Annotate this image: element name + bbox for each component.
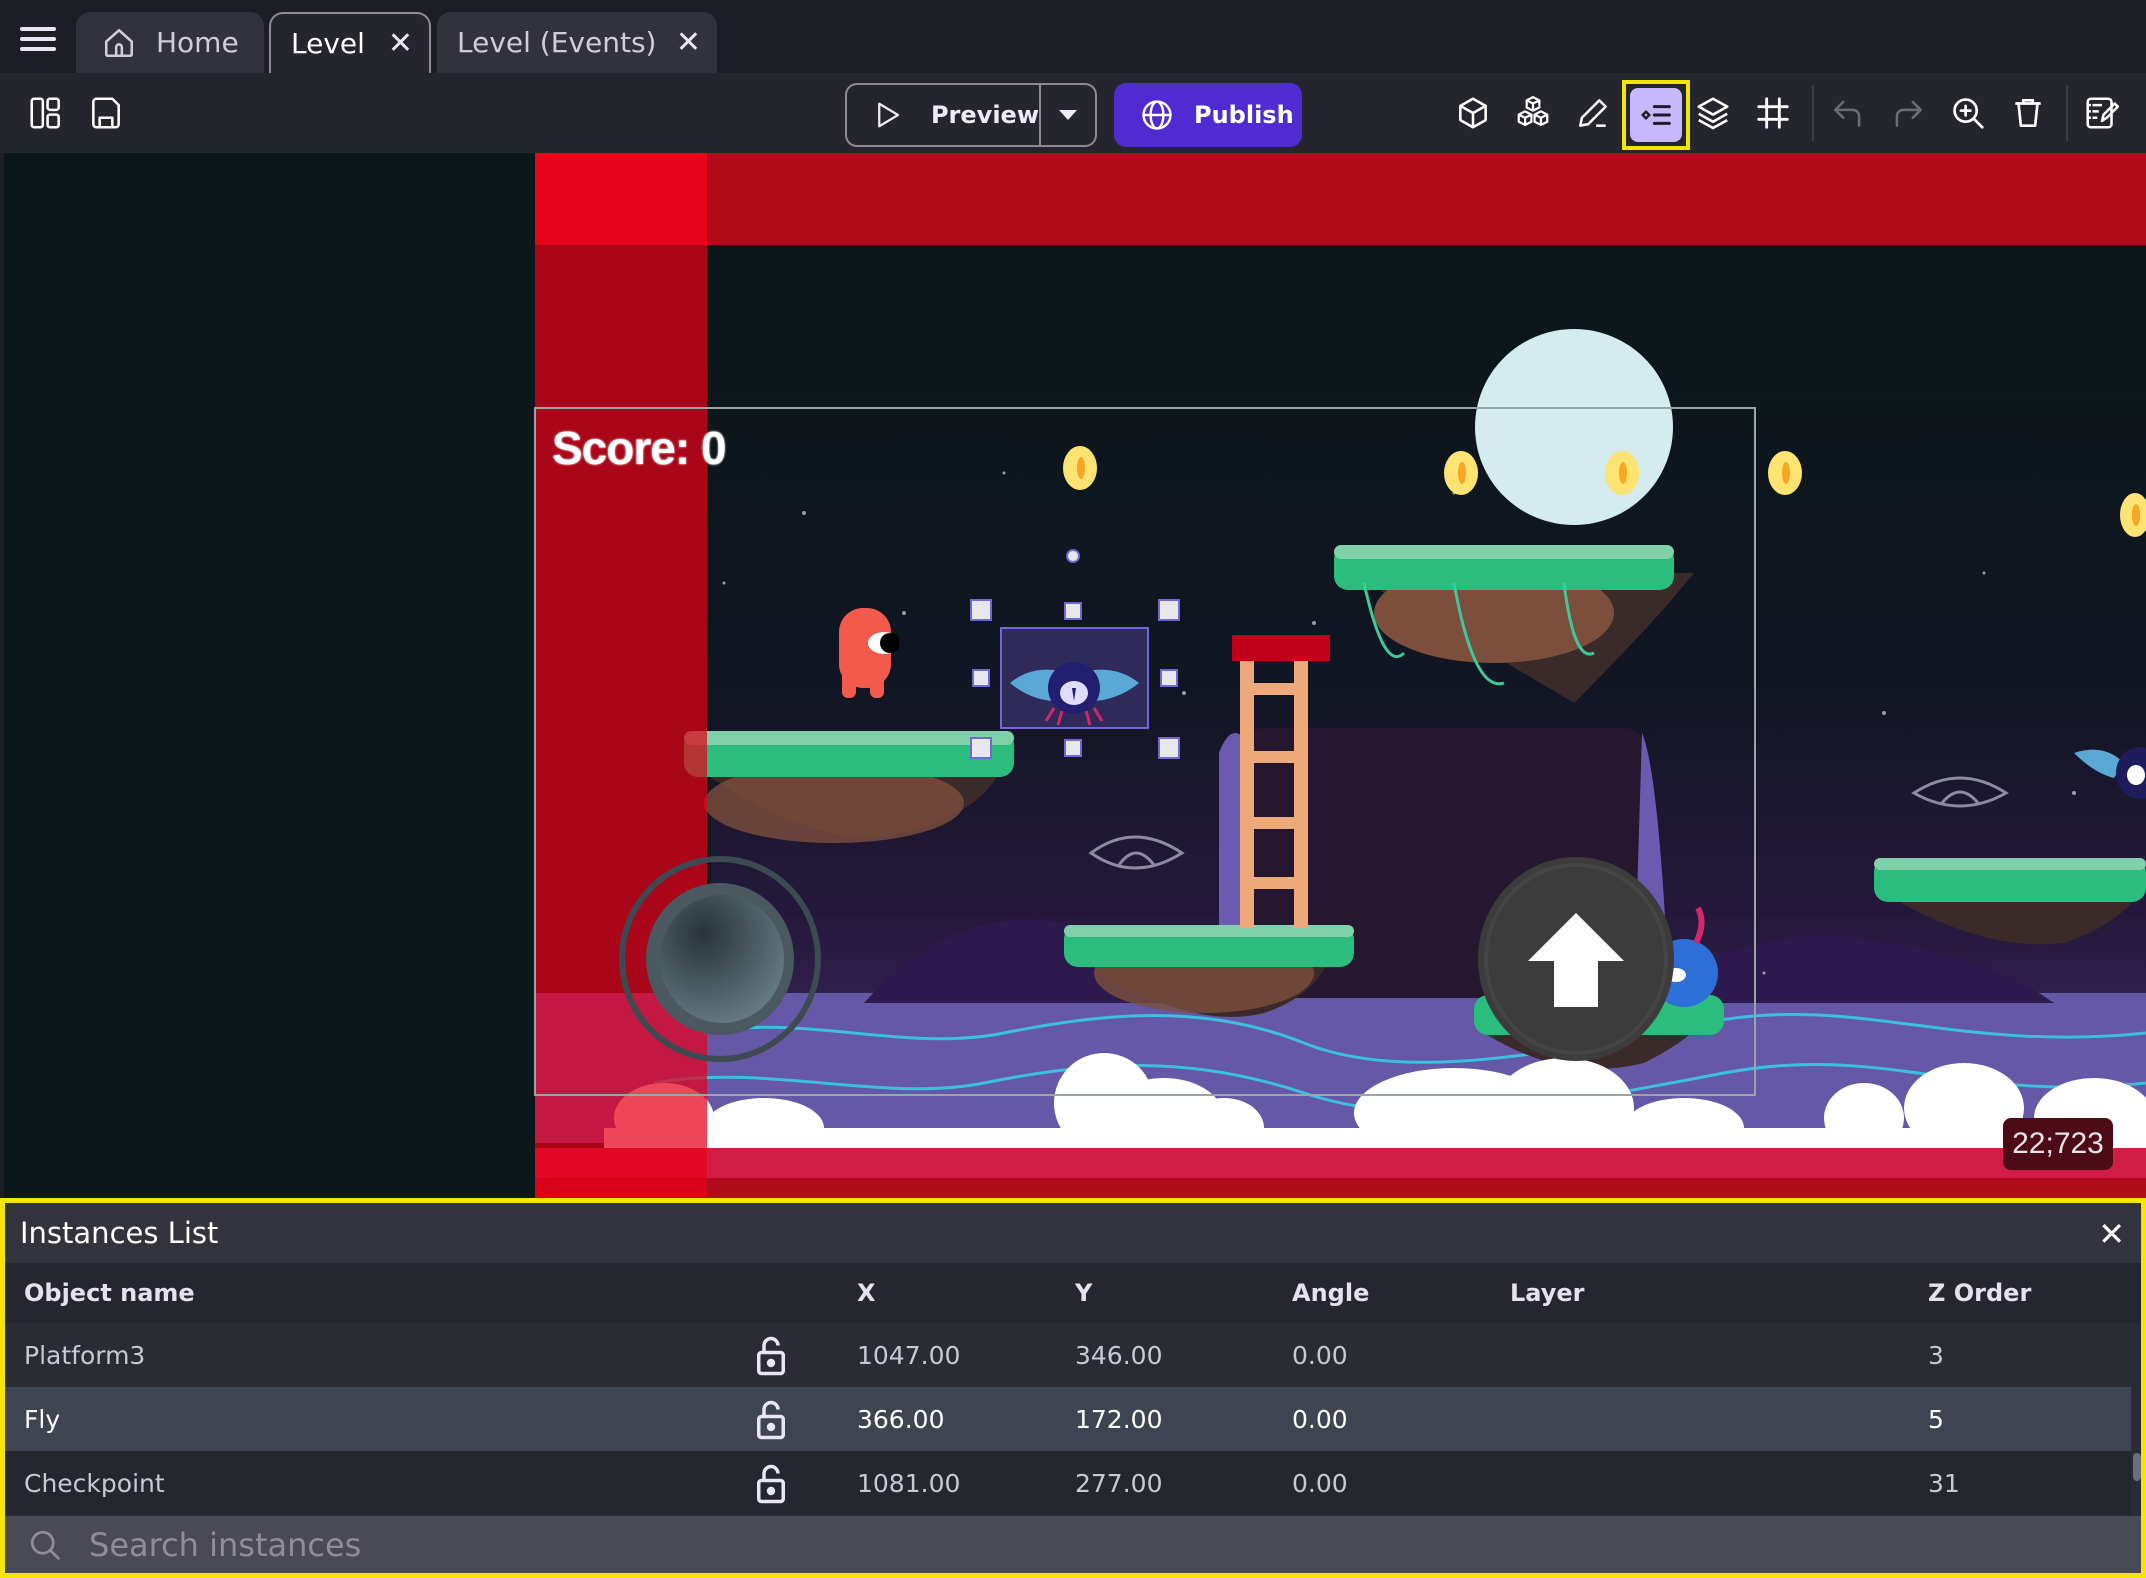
unlock-icon[interactable] (753, 1399, 789, 1441)
cell-x: 366.00 (857, 1404, 945, 1434)
cursor-coordinates: 22;723 (2003, 1118, 2113, 1170)
unlock-icon[interactable] (753, 1335, 789, 1377)
preview-button-group: Preview (845, 83, 1097, 147)
table-row-selected[interactable]: Fly 366.00 172.00 0.00 5 (5, 1387, 2131, 1451)
tab-level-events[interactable]: Level (Events) ✕ (437, 12, 717, 73)
joystick (619, 856, 821, 1062)
cell-y: 346.00 (1075, 1340, 1163, 1370)
scene-edit-icon[interactable] (2080, 91, 2124, 135)
panel-header: Instances List ✕ (5, 1203, 2141, 1263)
column-header-y[interactable]: Y (1075, 1263, 1092, 1323)
tab-level-events-close-icon[interactable]: ✕ (676, 25, 701, 60)
object-groups-icon[interactable] (1511, 91, 1555, 135)
column-header-layer[interactable]: Layer (1510, 1263, 1585, 1323)
tab-bar: Home Level ✕ Level (Events) ✕ (0, 0, 2146, 73)
scene-toolbar: Preview Publish (0, 73, 2146, 153)
table-scrollbar[interactable] (2133, 1453, 2141, 1481)
instances-list-icon[interactable] (1630, 88, 1682, 142)
home-icon (104, 28, 134, 57)
grid-icon[interactable] (1751, 91, 1795, 135)
tab-home[interactable]: Home (76, 12, 264, 73)
search-icon (30, 1530, 60, 1560)
publish-button[interactable]: Publish (1114, 83, 1302, 147)
search-instances-input[interactable] (89, 1525, 1889, 1564)
chevron-down-icon (1059, 110, 1077, 120)
cell-x: 1047.00 (857, 1340, 961, 1370)
toolbar-separator (2066, 85, 2068, 141)
tab-level-close-icon[interactable]: ✕ (388, 26, 413, 61)
layers-icon[interactable] (1691, 91, 1735, 135)
table-row[interactable]: Checkpoint 1081.00 277.00 0.00 31 (5, 1451, 2131, 1515)
scene-render (4, 153, 2146, 1198)
tab-home-label: Home (156, 26, 239, 59)
tab-level[interactable]: Level ✕ (269, 12, 431, 73)
selected-instance-fly[interactable] (1000, 627, 1149, 729)
cell-z-order: 3 (1928, 1340, 1944, 1370)
cell-z-order: 31 (1928, 1468, 1960, 1498)
preview-options-dropdown[interactable] (1041, 85, 1095, 145)
cell-object-name: Checkpoint (24, 1468, 165, 1498)
cell-y: 172.00 (1075, 1404, 1163, 1434)
play-icon (878, 102, 900, 128)
cell-angle: 0.00 (1292, 1404, 1348, 1434)
column-header-z-order[interactable]: Z Order (1928, 1263, 2031, 1323)
publish-label: Publish (1194, 101, 1294, 129)
search-bar (5, 1516, 2141, 1573)
jump-button (1478, 857, 1674, 1061)
close-icon[interactable]: ✕ (2098, 1215, 2125, 1253)
tab-level-label: Level (291, 27, 365, 60)
tab-level-events-label: Level (Events) (457, 26, 657, 59)
menu-hamburger-icon[interactable] (20, 26, 56, 52)
cell-y: 277.00 (1075, 1468, 1163, 1498)
column-header-angle[interactable]: Angle (1292, 1263, 1369, 1323)
score-text: Score: 0 (552, 422, 727, 474)
column-header-object-name[interactable]: Object name (24, 1263, 195, 1323)
cell-angle: 0.00 (1292, 1468, 1348, 1498)
instances-table-body: Platform3 1047.00 346.00 0.00 3 Fly 366.… (5, 1323, 2131, 1515)
globe-icon (1142, 100, 1172, 130)
undo-icon[interactable] (1826, 91, 1870, 135)
objects-cube-icon[interactable] (1451, 91, 1495, 135)
save-icon[interactable] (84, 91, 128, 135)
cell-z-order: 5 (1928, 1404, 1944, 1434)
panel-title: Instances List (20, 1216, 219, 1250)
properties-pencil-icon[interactable] (1571, 91, 1615, 135)
cell-object-name: Fly (24, 1404, 61, 1434)
cell-object-name: Platform3 (24, 1340, 146, 1370)
delete-icon[interactable] (2006, 91, 2050, 135)
toolbar-separator (1812, 85, 1814, 141)
instances-list-panel: Instances List ✕ Object name X Y Angle L… (0, 1198, 2146, 1578)
preview-label: Preview (930, 101, 1039, 129)
preview-button[interactable]: Preview (847, 85, 1041, 145)
unlock-icon[interactable] (753, 1463, 789, 1505)
column-header-x[interactable]: X (857, 1263, 876, 1323)
cell-angle: 0.00 (1292, 1340, 1348, 1370)
redo-icon[interactable] (1886, 91, 1930, 135)
zoom-in-icon[interactable] (1946, 91, 1990, 135)
table-header: Object name X Y Angle Layer Z Order (5, 1263, 2141, 1323)
scene-canvas[interactable]: Score: 0 22;723 (4, 153, 2146, 1198)
cell-x: 1081.00 (857, 1468, 961, 1498)
table-row[interactable]: Platform3 1047.00 346.00 0.00 3 (5, 1323, 2131, 1387)
panels-icon[interactable] (24, 91, 68, 135)
